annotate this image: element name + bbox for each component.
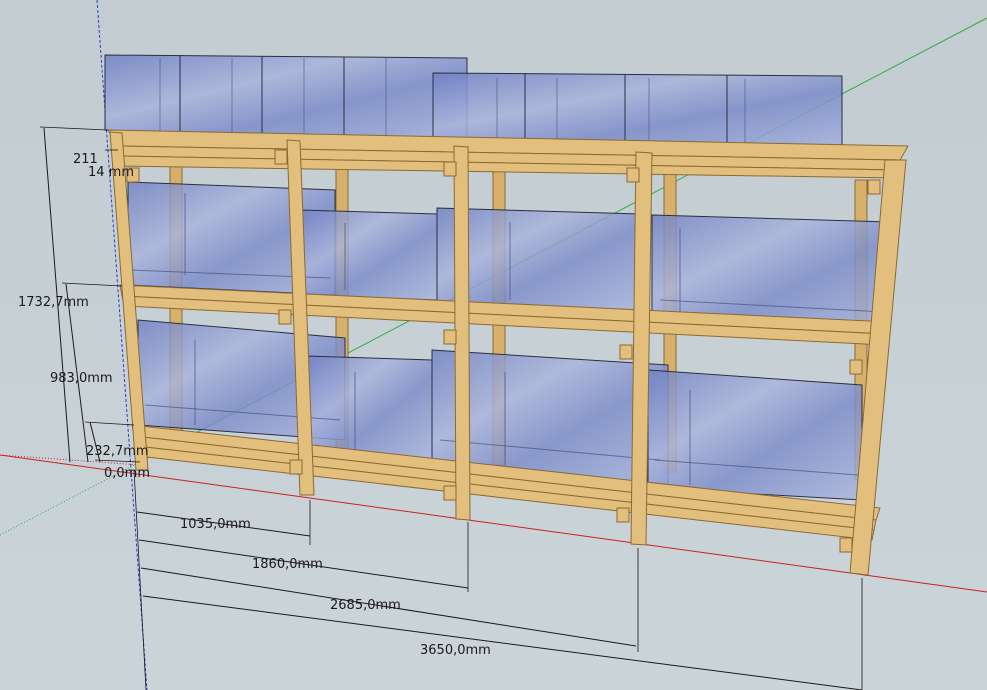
cleat [839, 537, 853, 553]
dim-height-2: 983,0mm [50, 371, 113, 386]
cleat [278, 309, 292, 325]
tank [299, 209, 438, 301]
tank [304, 355, 433, 461]
cleat [616, 507, 630, 523]
cleat [867, 179, 881, 195]
dim-width-4: 3650,0mm [420, 643, 491, 658]
cleat [849, 359, 863, 375]
shelf-3d-model[interactable]: 1035,0mm 1860,0mm 2685,0mm 3650,0mm 1732… [0, 0, 987, 690]
tank [647, 369, 863, 501]
cleat [443, 161, 457, 177]
dim-width-1: 1035,0mm [180, 517, 251, 532]
cleat [443, 485, 457, 501]
dim-top-2: 14 mm [88, 165, 134, 180]
dim-width-3: 2685,0mm [330, 598, 401, 613]
cleat [274, 149, 288, 165]
dim-height-4: 0,0mm [104, 466, 150, 481]
cleat [443, 329, 457, 345]
sketchup-viewport[interactable]: 1035,0mm 1860,0mm 2685,0mm 3650,0mm 1732… [0, 0, 987, 690]
dim-height-1: 1732,7mm [18, 295, 89, 310]
dim-height-3: 232,7mm [86, 444, 149, 459]
dim-width-2: 1860,0mm [252, 557, 323, 572]
cleat [289, 459, 303, 475]
cleat [619, 344, 633, 360]
cleat [626, 167, 640, 183]
